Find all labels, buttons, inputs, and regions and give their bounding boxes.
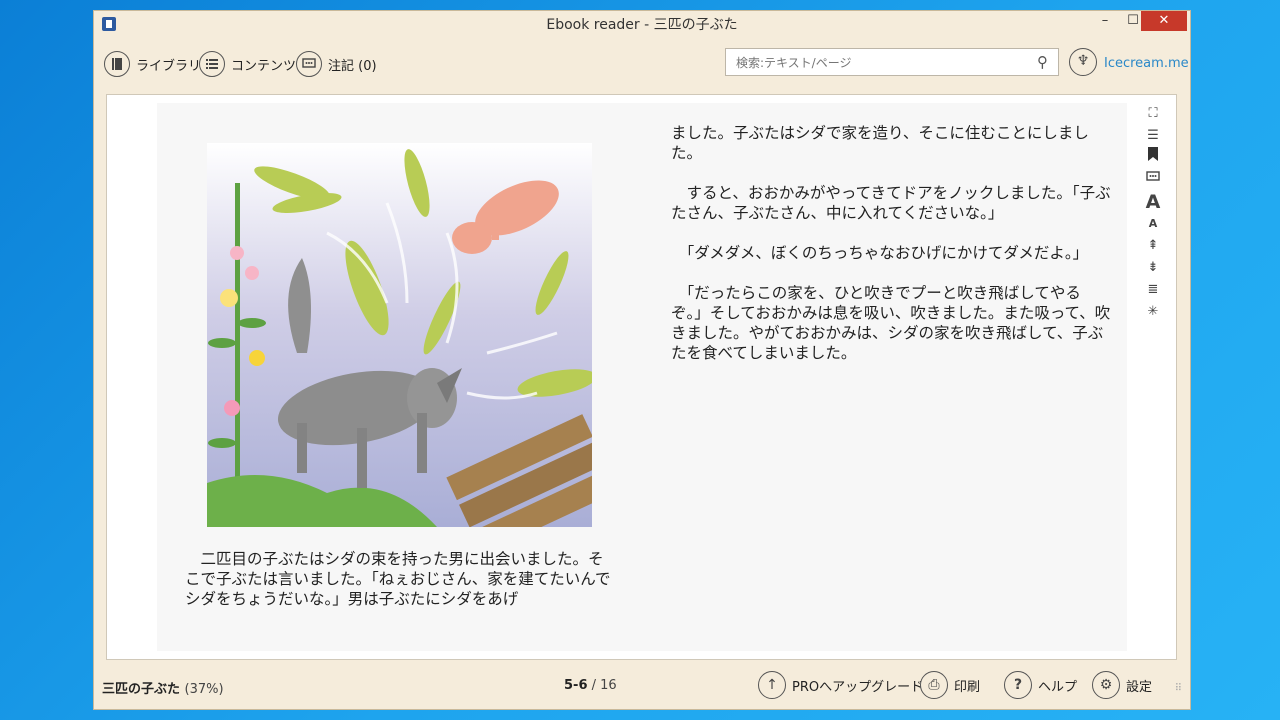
toolbar: ライブラリ コンテンツ 注記 (0) ⚲ ♆ Icecream.me [94, 47, 1190, 81]
paragraph: 「ダメダメ、ぼくのちっちゃなおひげにかけてダメだよ。」 [671, 244, 1089, 262]
justify-icon[interactable]: ≣ [1143, 279, 1163, 301]
print-label: 印刷 [954, 679, 981, 695]
font-increase-icon[interactable]: A [1143, 191, 1163, 213]
library-label: ライブラリ [136, 58, 202, 74]
brand-link[interactable]: Icecream.me [1104, 56, 1189, 71]
total-pages: 16 [600, 678, 617, 693]
page-separator: / [587, 678, 601, 693]
help-label: ヘルプ [1038, 679, 1078, 695]
book-title: 三匹の子ぶた (37%) [102, 678, 224, 697]
fullscreen-icon[interactable]: ⛶ [1143, 103, 1163, 125]
page-right-text: ました。子ぶたはシダで家を造り、そこに住むことにしました。 すると、おおかみがや… [671, 123, 1111, 383]
printer-icon: ⎙ [920, 671, 948, 699]
help-button[interactable]: ? ヘルプ [1004, 670, 1077, 700]
reader-page: 二匹目の子ぶたはシダの束を持った男に出会いました。そこで子ぶたは言いました。「ね… [106, 94, 1177, 660]
help-icon: ? [1004, 671, 1032, 699]
settings-button[interactable]: ⚙ 設定 [1092, 670, 1152, 700]
notes-label: 注記 (0) [328, 58, 377, 74]
current-pages: 5-6 [564, 678, 588, 693]
book-icon [104, 51, 130, 77]
comment-icon [296, 51, 322, 77]
status-bar: 三匹の子ぶた (37%) 5-6 / 16 ↑ PROへアップグレード ⎙ 印刷… [94, 667, 1190, 703]
story-illustration [207, 143, 592, 527]
line-spacing-decrease-icon[interactable]: ⇟ [1143, 257, 1163, 279]
search-box[interactable]: ⚲ [725, 48, 1059, 76]
reading-progress: (37%) [184, 682, 224, 697]
gear-icon: ⚙ [1092, 671, 1120, 699]
minimize-button[interactable]: – [1090, 11, 1120, 31]
page-spread: 二匹目の子ぶたはシダの束を持った男に出会いました。そこで子ぶたは言いました。「ね… [157, 103, 1127, 651]
settings-label: 設定 [1126, 679, 1153, 695]
page-indicator: 5-6 / 16 [564, 678, 617, 693]
print-button[interactable]: ⎙ 印刷 [920, 670, 980, 700]
close-button[interactable]: ✕ [1141, 11, 1187, 31]
arrow-up-icon: ↑ [758, 671, 786, 699]
search-icon[interactable]: ⚲ [1037, 53, 1048, 71]
brightness-icon[interactable]: ✳ [1143, 301, 1163, 323]
title-bar: Ebook reader - 三匹の子ぶた – ☐ ✕ [94, 11, 1190, 37]
app-window: Ebook reader - 三匹の子ぶた – ☐ ✕ ライブラリ コンテンツ … [93, 10, 1191, 710]
paragraph: 「だったらこの家を、ひと吹きでプーと吹き飛ばしてやるぞ。」そしておおかみは息を吸… [671, 284, 1111, 362]
reader-side-toolbar: ⛶ ☰ A A ⇞ ⇟ ≣ ✳ [1143, 103, 1163, 323]
book-title-text: 三匹の子ぶた [102, 682, 181, 697]
search-input[interactable] [734, 53, 1028, 73]
library-button[interactable]: ライブラリ [104, 49, 201, 79]
window-title: Ebook reader - 三匹の子ぶた [546, 17, 738, 33]
notes-button[interactable]: 注記 (0) [296, 49, 377, 79]
upgrade-button[interactable]: ↑ PROへアップグレード [758, 670, 923, 700]
line-spacing-increase-icon[interactable]: ⇞ [1143, 235, 1163, 257]
font-decrease-icon[interactable]: A [1143, 213, 1163, 235]
icecream-logo-icon[interactable]: ♆ [1069, 48, 1097, 76]
resize-grip-icon[interactable]: ⠿ [1175, 683, 1182, 694]
paragraph: すると、おおかみがやってきてドアをノックしました。「子ぶたさん、子ぶたさん、中に… [671, 184, 1111, 222]
upgrade-label: PROへアップグレード [792, 679, 924, 695]
paragraph: ました。子ぶたはシダで家を造り、そこに住むことにしました。 [671, 124, 1089, 162]
toc-icon[interactable]: ☰ [1143, 125, 1163, 147]
notes-icon[interactable] [1143, 169, 1163, 191]
list-icon [199, 51, 225, 77]
contents-button[interactable]: コンテンツ [199, 49, 296, 79]
page-left-text: 二匹目の子ぶたはシダの束を持った男に出会いました。そこで子ぶたは言いました。「ね… [185, 550, 611, 608]
contents-label: コンテンツ [231, 58, 297, 74]
bookmark-icon[interactable] [1143, 147, 1163, 169]
